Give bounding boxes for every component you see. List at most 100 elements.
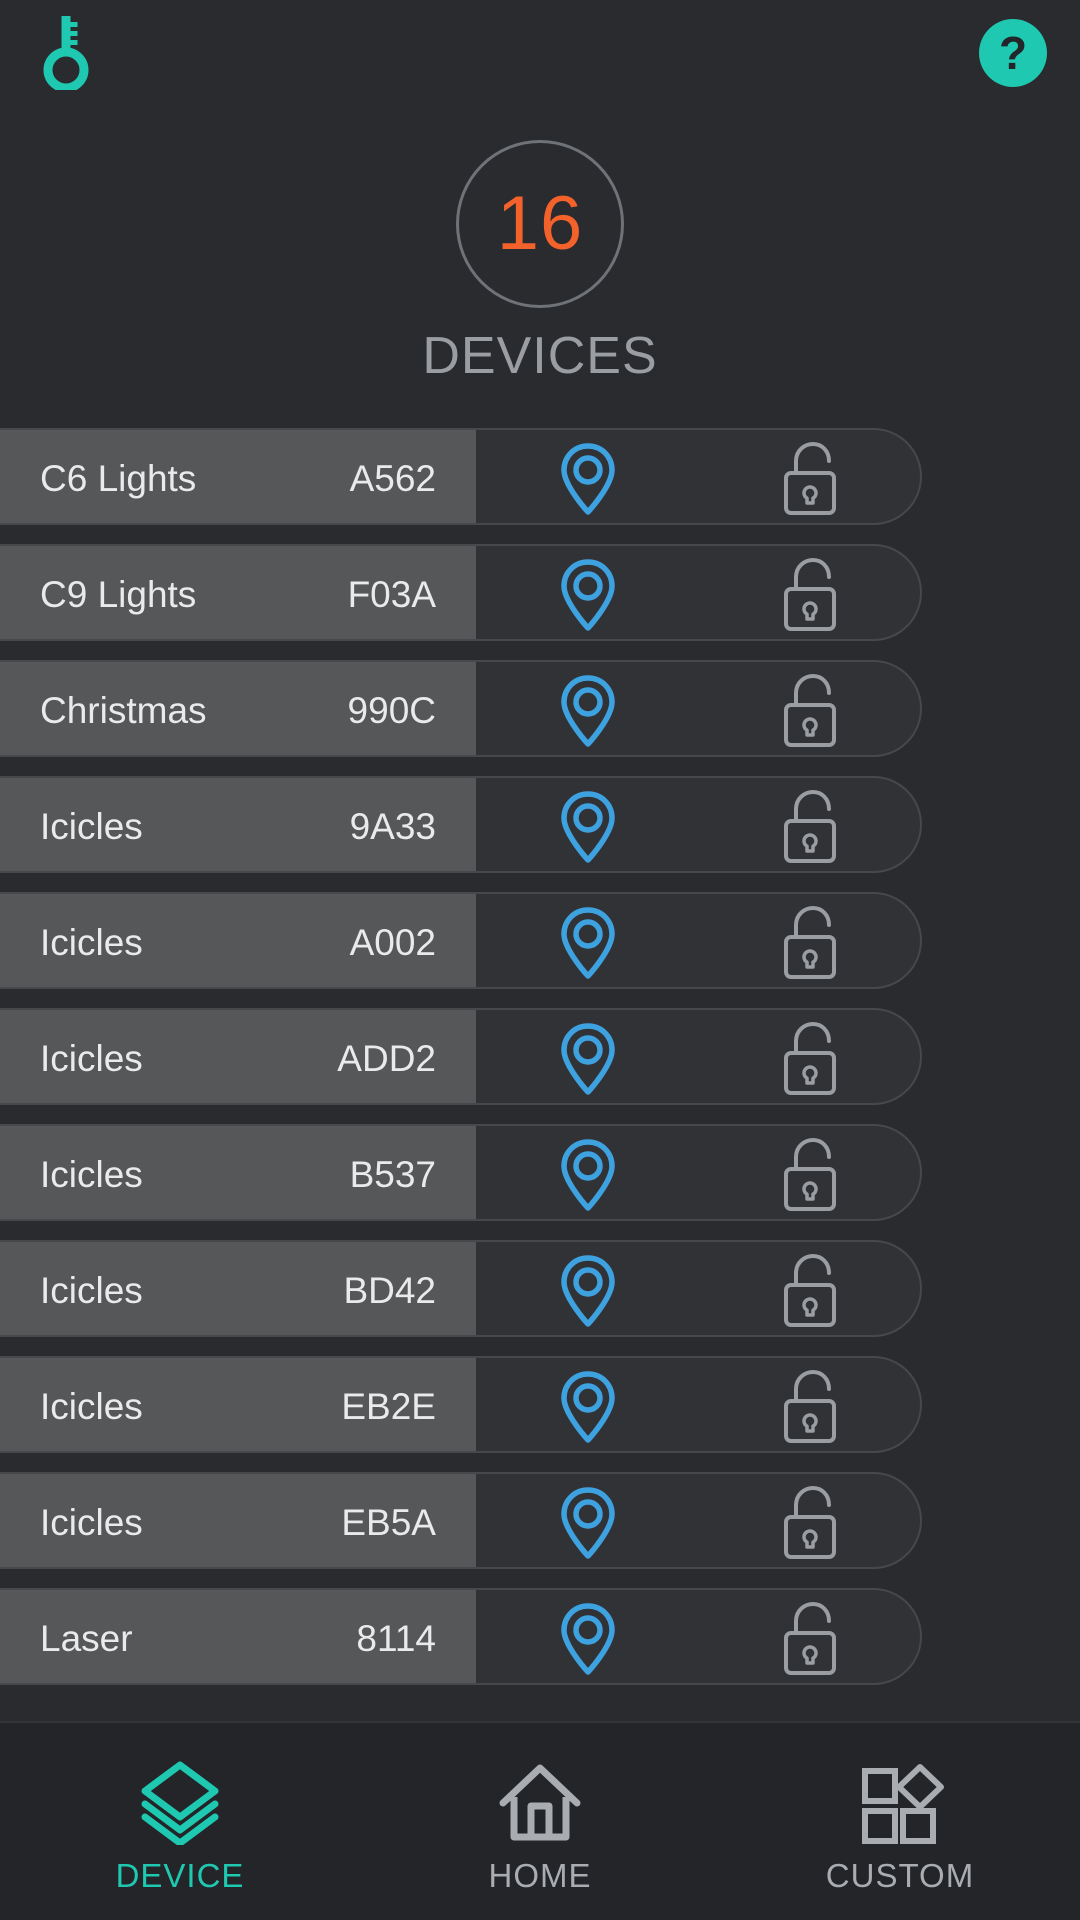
device-actions <box>476 778 920 871</box>
device-info[interactable]: Icicles BD42 <box>0 1242 476 1335</box>
unlocked-padlock-icon[interactable] <box>699 1126 920 1219</box>
device-actions <box>476 546 920 639</box>
device-row[interactable]: Icicles 9A33 <box>0 776 922 873</box>
devices-label: DEVICES <box>422 327 658 385</box>
location-pin-icon[interactable] <box>476 662 699 755</box>
device-actions <box>476 1358 920 1451</box>
device-count-circle: 16 <box>456 140 624 308</box>
device-info[interactable]: Icicles EB2E <box>0 1358 476 1451</box>
device-row[interactable]: Icicles EB5A <box>0 1472 922 1569</box>
nav-item-home[interactable]: HOME <box>360 1723 720 1920</box>
device-id: B537 <box>349 1153 436 1195</box>
unlocked-padlock-icon[interactable] <box>699 1242 920 1335</box>
location-pin-icon[interactable] <box>476 1126 699 1219</box>
device-row[interactable]: Laser 8114 <box>0 1588 922 1685</box>
unlocked-padlock-icon[interactable] <box>699 1474 920 1567</box>
device-info[interactable]: Icicles 9A33 <box>0 778 476 871</box>
help-icon[interactable]: ? <box>978 18 1048 88</box>
unlocked-padlock-icon[interactable] <box>699 894 920 987</box>
device-actions <box>476 1010 920 1103</box>
device-row-shell: Icicles BD42 <box>0 1240 922 1337</box>
device-info[interactable]: Icicles A002 <box>0 894 476 987</box>
unlocked-padlock-icon[interactable] <box>699 1358 920 1451</box>
device-name: Icicles <box>40 1501 143 1543</box>
shapes-icon <box>855 1759 945 1845</box>
device-count-value: 16 <box>496 181 584 266</box>
device-row[interactable]: C9 Lights F03A <box>0 544 922 641</box>
device-name: Icicles <box>40 921 143 963</box>
device-actions <box>476 1474 920 1567</box>
svg-text:?: ? <box>999 27 1027 79</box>
device-name: C6 Lights <box>40 457 197 499</box>
device-row-shell: Icicles 9A33 <box>0 776 922 873</box>
device-list[interactable]: C6 Lights A562 C9 Lights F03A Christmas 990C I… <box>0 428 1080 1704</box>
device-row[interactable]: C6 Lights A562 <box>0 428 922 525</box>
nav-label-custom: CUSTOM <box>825 1856 975 1894</box>
device-name: Icicles <box>40 805 143 847</box>
device-row-shell: Icicles EB2E <box>0 1356 922 1453</box>
device-row[interactable]: Icicles BD42 <box>0 1240 922 1337</box>
location-pin-icon[interactable] <box>476 894 699 987</box>
device-id: 990C <box>347 689 436 731</box>
unlocked-padlock-icon[interactable] <box>699 662 920 755</box>
unlocked-padlock-icon[interactable] <box>699 546 920 639</box>
location-pin-icon[interactable] <box>476 1590 699 1683</box>
device-id: EB5A <box>341 1501 436 1543</box>
device-row-shell: Icicles B537 <box>0 1124 922 1221</box>
nav-item-device[interactable]: DEVICE <box>0 1723 360 1920</box>
device-actions <box>476 894 920 987</box>
location-pin-icon[interactable] <box>476 546 699 639</box>
device-row[interactable]: Icicles EB2E <box>0 1356 922 1453</box>
device-info[interactable]: C6 Lights A562 <box>0 430 476 523</box>
device-info[interactable]: Icicles B537 <box>0 1126 476 1219</box>
location-pin-icon[interactable] <box>476 1474 699 1567</box>
device-row-shell: Icicles ADD2 <box>0 1008 922 1105</box>
key-icon[interactable] <box>38 14 94 93</box>
location-pin-icon[interactable] <box>476 1358 699 1451</box>
device-name: Icicles <box>40 1269 143 1311</box>
device-name: Laser <box>40 1617 133 1659</box>
location-pin-icon[interactable] <box>476 430 699 523</box>
nav-label-home: HOME <box>488 1856 592 1894</box>
device-id: A562 <box>349 457 436 499</box>
unlocked-padlock-icon[interactable] <box>699 430 920 523</box>
device-row[interactable]: Icicles ADD2 <box>0 1008 922 1105</box>
nav-item-custom[interactable]: CUSTOM <box>720 1723 1080 1920</box>
home-icon <box>495 1759 585 1845</box>
device-row[interactable]: Icicles B537 <box>0 1124 922 1221</box>
device-row-shell: C6 Lights A562 <box>0 428 922 525</box>
device-info[interactable]: Icicles ADD2 <box>0 1010 476 1103</box>
device-row[interactable]: Icicles A002 <box>0 892 922 989</box>
device-info[interactable]: Icicles EB5A <box>0 1474 476 1567</box>
unlocked-padlock-icon[interactable] <box>699 778 920 871</box>
device-name: C9 Lights <box>40 573 197 615</box>
device-name: Christmas <box>40 689 207 731</box>
nav-label-device: DEVICE <box>115 1856 245 1894</box>
top-bar: ? <box>0 0 1080 110</box>
unlocked-padlock-icon[interactable] <box>699 1010 920 1103</box>
device-id: EB2E <box>341 1385 436 1427</box>
device-id: 9A33 <box>349 805 436 847</box>
device-info[interactable]: Laser 8114 <box>0 1590 476 1683</box>
bottom-navigation[interactable]: DEVICE HOME CUSTOM <box>0 1721 1080 1920</box>
location-pin-icon[interactable] <box>476 1010 699 1103</box>
layers-icon <box>135 1759 225 1845</box>
device-name: Icicles <box>40 1385 143 1427</box>
device-id: BD42 <box>343 1269 436 1311</box>
device-id: ADD2 <box>337 1037 436 1079</box>
location-pin-icon[interactable] <box>476 778 699 871</box>
device-row-shell: Icicles EB5A <box>0 1472 922 1569</box>
device-actions <box>476 430 920 523</box>
device-id: 8114 <box>356 1617 436 1659</box>
device-row-shell: Icicles A002 <box>0 892 922 989</box>
device-row[interactable]: Christmas 990C <box>0 660 922 757</box>
device-name: Icicles <box>40 1037 143 1079</box>
device-actions <box>476 1242 920 1335</box>
device-info[interactable]: C9 Lights F03A <box>0 546 476 639</box>
unlocked-padlock-icon[interactable] <box>699 1590 920 1683</box>
device-id: F03A <box>347 573 436 615</box>
device-actions <box>476 1126 920 1219</box>
device-info[interactable]: Christmas 990C <box>0 662 476 755</box>
location-pin-icon[interactable] <box>476 1242 699 1335</box>
device-actions <box>476 1590 920 1683</box>
